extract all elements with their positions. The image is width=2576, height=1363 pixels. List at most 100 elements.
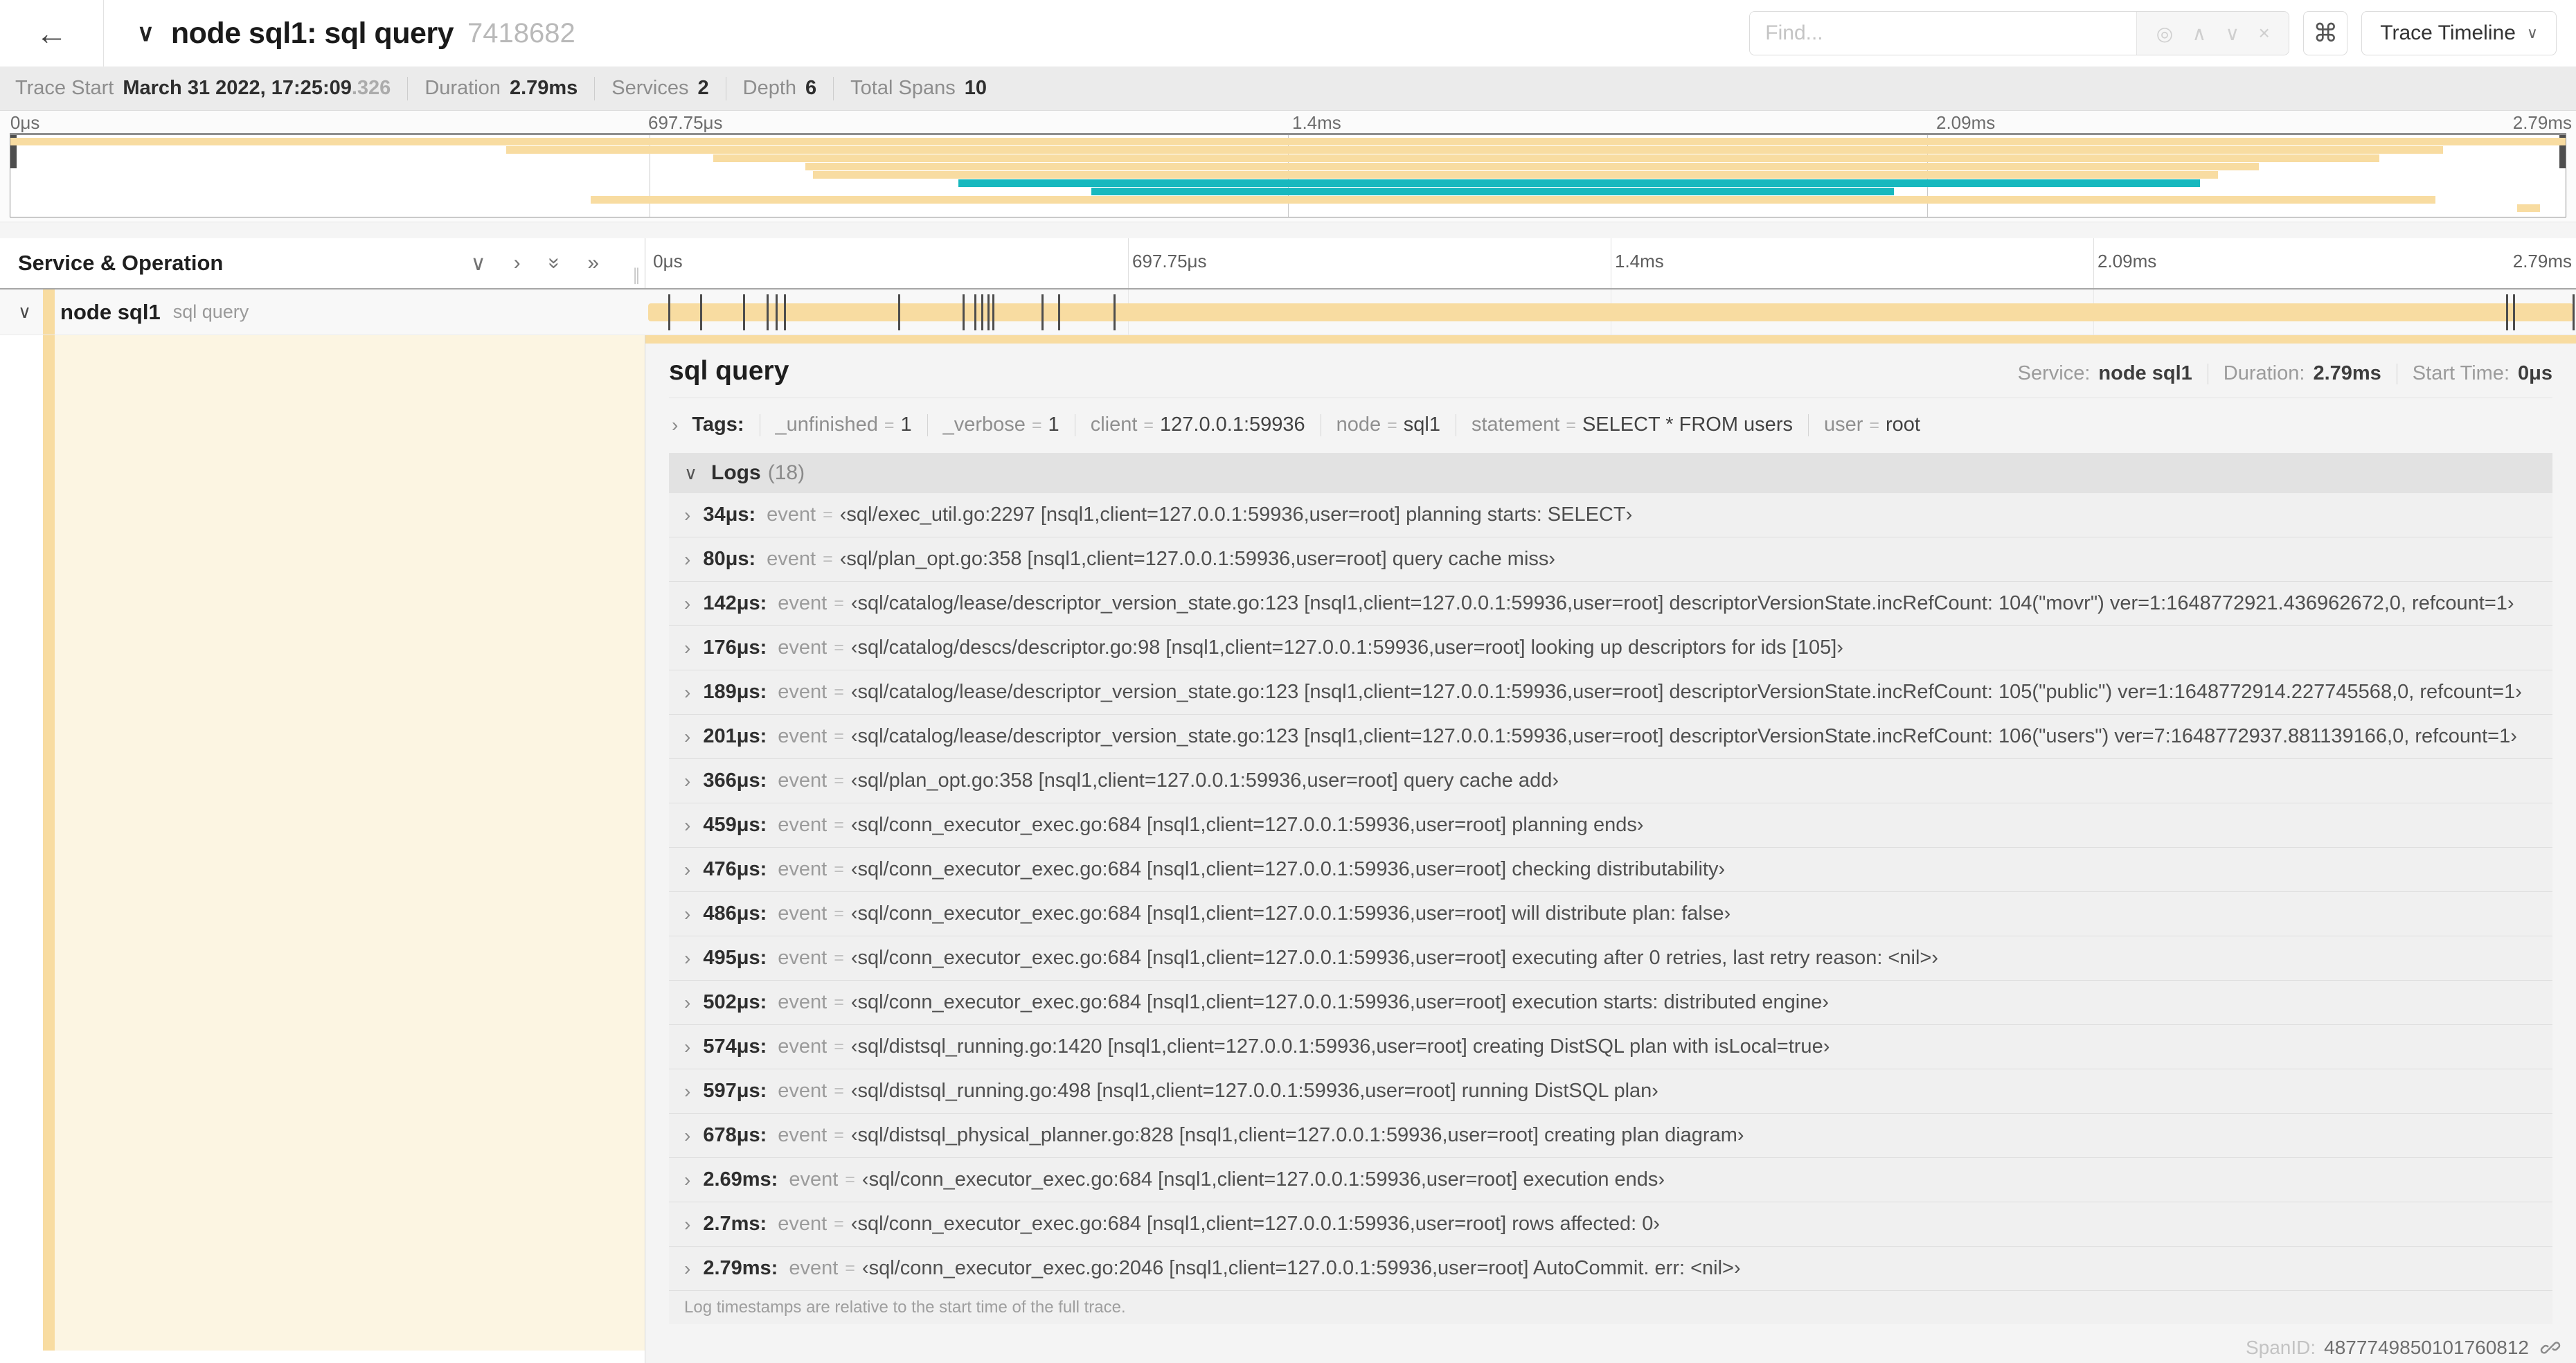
chevron-right-icon[interactable]: ›	[684, 726, 690, 748]
log-row[interactable]: › 366μs: event = ‹sql/plan_opt.go:358 [nsql1…	[669, 759, 2552, 803]
log-row[interactable]: › 176μs: event = ‹sql/catalog/descs/descript…	[669, 626, 2552, 670]
stat-separator	[833, 76, 834, 100]
next-match-icon[interactable]: ∨	[2226, 22, 2240, 45]
overview-item: Service: node sql1	[2018, 362, 2192, 385]
expand-all-icon[interactable]: »	[587, 251, 599, 275]
log-timestamp: 176μs:	[703, 636, 767, 659]
chevron-right-icon[interactable]: ›	[684, 992, 690, 1014]
chevron-right-icon[interactable]: ›	[684, 903, 690, 925]
prev-match-icon[interactable]: ∧	[2192, 22, 2207, 45]
log-row[interactable]: › 2.79ms: event = ‹sql/conn_executor_exec.go…	[669, 1247, 2552, 1291]
span-row[interactable]: ∨ node sql1 sql query	[0, 289, 2576, 335]
back-button[interactable]: ←	[0, 0, 104, 66]
chevron-right-icon[interactable]: ›	[684, 1169, 690, 1191]
chevron-right-icon[interactable]: ›	[684, 859, 690, 881]
log-value: ‹sql/plan_opt.go:358 [nsql1,client=127.0…	[850, 769, 1559, 792]
log-value: ‹sql/catalog/descs/descriptor.go:98 [nsq…	[850, 636, 1843, 659]
tags-row[interactable]: › Tags: _unfinished = 1 _verbose = 1 client = 12…	[669, 413, 2552, 436]
span-row-label-cell[interactable]: ∨ node sql1 sql query	[0, 289, 645, 335]
tag-value: SELECT * FROM users	[1582, 413, 1793, 436]
chevron-right-icon[interactable]: ›	[684, 637, 690, 659]
log-row[interactable]: › 486μs: event = ‹sql/conn_executor_exec.go:…	[669, 892, 2552, 936]
log-value: ‹sql/catalog/lease/descriptor_version_st…	[850, 681, 2522, 703]
chevron-right-icon[interactable]: ›	[672, 414, 678, 436]
tag-item[interactable]: node = sql1	[1336, 413, 1440, 436]
tag-value: sql1	[1403, 413, 1440, 436]
minimap-canvas[interactable]	[10, 133, 2566, 217]
page-title: node sql1: sql query	[170, 16, 454, 50]
chevron-right-icon[interactable]: ›	[684, 1258, 690, 1280]
chevron-down-icon[interactable]: ∨	[137, 19, 154, 47]
log-row[interactable]: › 2.7ms: event = ‹sql/conn_executor_exec.go:…	[669, 1202, 2552, 1247]
log-row[interactable]: › 678μs: event = ‹sql/distsql_physical_plann…	[669, 1114, 2552, 1158]
tag-equals: =	[1387, 416, 1397, 435]
tag-item[interactable]: _verbose = 1	[943, 413, 1059, 436]
chevron-down-icon[interactable]: ∨	[18, 301, 31, 323]
overview-item: Duration: 2.79ms	[2224, 362, 2381, 385]
logs-section: ∨ Logs (18) › 34μs: event = ‹sql/exec_util.g…	[669, 453, 2552, 1324]
log-value: ‹sql/conn_executor_exec.go:684 [nsql1,cl…	[850, 902, 1731, 925]
log-row[interactable]: › 201μs: event = ‹sql/catalog/lease/descript…	[669, 715, 2552, 759]
column-resize-grip[interactable]: ∥	[632, 265, 641, 285]
log-timestamp: 201μs:	[703, 725, 767, 747]
log-marker-tick	[775, 294, 778, 330]
log-timestamp: 502μs:	[703, 991, 767, 1013]
ruler-gridline	[1128, 238, 1129, 288]
tag-item[interactable]: statement = SELECT * FROM users	[1472, 413, 1793, 436]
stat-value: March 31 2022, 17:25:09	[123, 77, 352, 99]
collapse-one-icon[interactable]: ∨	[471, 251, 486, 276]
tag-item[interactable]: client = 127.0.0.1:59936	[1091, 413, 1305, 436]
collapse-all-icon[interactable]: »	[542, 258, 566, 269]
log-row[interactable]: › 574μs: event = ‹sql/distsql_running.go:142…	[669, 1025, 2552, 1069]
log-value: ‹sql/conn_executor_exec.go:684 [nsql1,cl…	[850, 858, 1726, 880]
chevron-right-icon[interactable]: ›	[684, 504, 690, 526]
chevron-right-icon[interactable]: ›	[684, 593, 690, 615]
chevron-right-icon[interactable]: ›	[684, 549, 690, 571]
ruler-tick-label: 2.79ms	[2512, 112, 2572, 133]
chevron-right-icon[interactable]: ›	[684, 770, 690, 792]
span-bar-cell[interactable]	[645, 289, 2576, 335]
minimap-span-bar	[958, 179, 2201, 187]
log-row[interactable]: › 80μs: event = ‹sql/plan_opt.go:358 [nsql1,…	[669, 537, 2552, 582]
log-row[interactable]: › 189μs: event = ‹sql/catalog/lease/descript…	[669, 670, 2552, 715]
chevron-right-icon[interactable]: ›	[684, 1125, 690, 1147]
chevron-right-icon[interactable]: ›	[684, 682, 690, 704]
expand-one-icon[interactable]: ›	[514, 251, 521, 275]
chevron-right-icon[interactable]: ›	[684, 1036, 690, 1058]
keyboard-shortcuts-button[interactable]: ⌘	[2303, 11, 2348, 55]
trace-view-dropdown[interactable]: Trace Timeline ∨	[2361, 11, 2557, 55]
log-row[interactable]: › 34μs: event = ‹sql/exec_util.go:2297 [nsql…	[669, 493, 2552, 537]
trace-title-group[interactable]: ∨ node sql1: sql query 7418682	[137, 17, 575, 51]
chevron-down-icon: ∨	[684, 462, 698, 483]
tag-item[interactable]: _unfinished = 1	[776, 413, 912, 436]
chevron-right-icon[interactable]: ›	[684, 1213, 690, 1236]
timeline-collapse-tools: ∨ › » »	[471, 251, 599, 276]
chevron-right-icon[interactable]: ›	[684, 947, 690, 970]
chevron-right-icon[interactable]: ›	[684, 814, 690, 837]
back-arrow-icon: ←	[35, 15, 68, 51]
locate-icon[interactable]: ◎	[2156, 22, 2173, 45]
logs-header[interactable]: ∨ Logs (18)	[669, 453, 2552, 493]
log-row[interactable]: › 476μs: event = ‹sql/conn_executor_exec.go:…	[669, 848, 2552, 892]
log-row[interactable]: › 2.69ms: event = ‹sql/conn_executor_exec.go…	[669, 1158, 2552, 1202]
clear-search-icon[interactable]: ×	[2258, 22, 2269, 44]
log-row[interactable]: › 459μs: event = ‹sql/conn_executor_exec.go:…	[669, 803, 2552, 848]
top-bar: ← ∨ node sql1: sql query 7418682 ◎ ∧ ∨ ×…	[0, 0, 2576, 66]
log-marker-tick	[981, 294, 983, 330]
span-duration-bar[interactable]	[648, 303, 2573, 321]
tag-item[interactable]: user = root	[1824, 413, 1920, 436]
log-row[interactable]: › 597μs: event = ‹sql/distsql_running.go:498…	[669, 1069, 2552, 1114]
log-field-name: event	[778, 991, 828, 1013]
chevron-right-icon[interactable]: ›	[684, 1080, 690, 1103]
log-value: ‹sql/distsql_physical_planner.go:828 [ns…	[850, 1124, 1744, 1146]
stat-value: 10	[964, 77, 987, 99]
copy-link-icon[interactable]	[2540, 1337, 2561, 1358]
service-color-stripe	[43, 335, 55, 1351]
tag-key: client	[1090, 413, 1138, 436]
log-row[interactable]: › 495μs: event = ‹sql/conn_executor_exec.go:…	[669, 936, 2552, 981]
find-input[interactable]	[1750, 12, 2137, 55]
log-row[interactable]: › 502μs: event = ‹sql/conn_executor_exec.go:…	[669, 981, 2552, 1025]
log-equals: =	[834, 682, 844, 702]
log-row[interactable]: › 142μs: event = ‹sql/catalog/lease/descript…	[669, 582, 2552, 626]
log-timestamp: 459μs:	[703, 814, 767, 836]
